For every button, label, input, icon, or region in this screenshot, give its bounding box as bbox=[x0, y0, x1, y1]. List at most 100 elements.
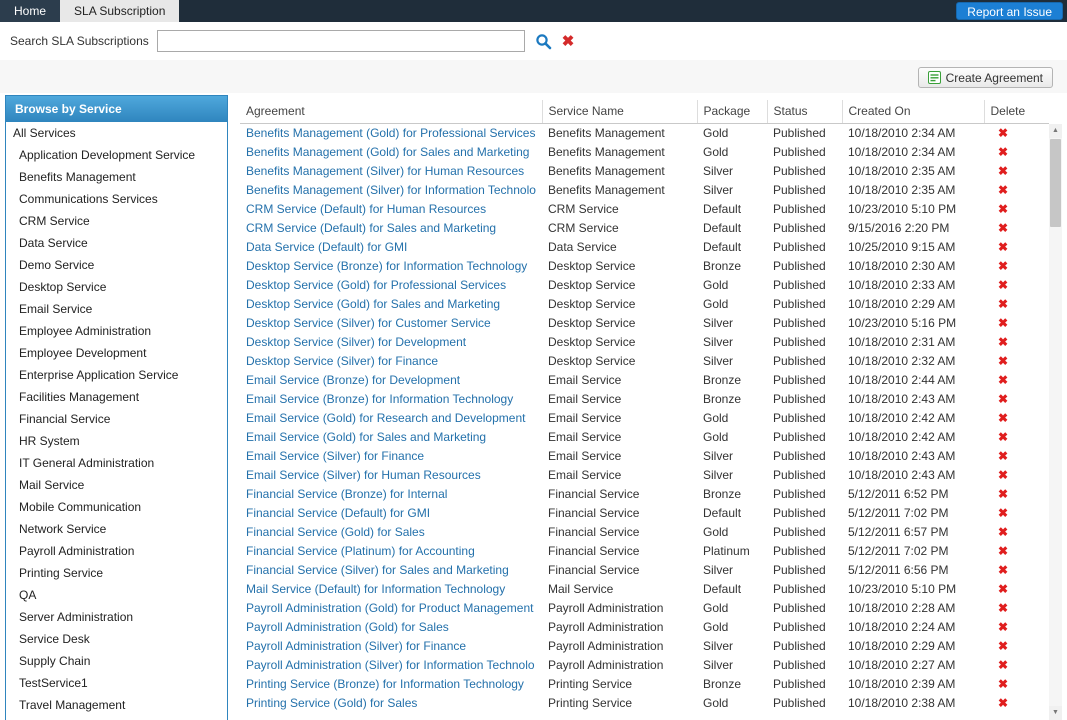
sidebar-service-item[interactable]: Travel Management bbox=[6, 694, 227, 716]
sidebar-service-item[interactable]: Data Service bbox=[6, 232, 227, 254]
sidebar-service-item[interactable]: TestService1 bbox=[6, 672, 227, 694]
delete-icon[interactable]: ✖ bbox=[990, 202, 1008, 216]
delete-icon[interactable]: ✖ bbox=[990, 544, 1008, 558]
scrollbar-down-arrow[interactable]: ▼ bbox=[1049, 706, 1062, 720]
delete-icon[interactable]: ✖ bbox=[990, 639, 1008, 653]
column-header-created-on[interactable]: Created On bbox=[842, 100, 984, 123]
sidebar-service-item[interactable]: Communications Services bbox=[6, 188, 227, 210]
agreement-link[interactable]: Desktop Service (Silver) for Customer Se… bbox=[246, 316, 491, 330]
agreement-link[interactable]: Financial Service (Bronze) for Internal bbox=[246, 487, 447, 501]
agreement-link[interactable]: Email Service (Gold) for Sales and Marke… bbox=[246, 430, 486, 444]
agreement-link[interactable]: Financial Service (Silver) for Sales and… bbox=[246, 563, 509, 577]
sidebar-service-item[interactable]: Server Administration bbox=[6, 606, 227, 628]
delete-icon[interactable]: ✖ bbox=[990, 677, 1008, 691]
agreement-link[interactable]: Email Service (Bronze) for Information T… bbox=[246, 392, 513, 406]
column-header-agreement[interactable]: Agreement bbox=[240, 100, 542, 123]
sidebar-service-item[interactable]: CRM Service bbox=[6, 210, 227, 232]
delete-icon[interactable]: ✖ bbox=[990, 145, 1008, 159]
agreement-link[interactable]: Printing Service (Gold) for Sales bbox=[246, 696, 417, 710]
delete-icon[interactable]: ✖ bbox=[990, 601, 1008, 615]
scrollbar-thumb[interactable] bbox=[1050, 139, 1061, 227]
agreement-link[interactable]: Financial Service (Default) for GMI bbox=[246, 506, 430, 520]
sidebar-service-item[interactable]: QA bbox=[6, 584, 227, 606]
agreement-link[interactable]: Benefits Management (Gold) for Sales and… bbox=[246, 145, 529, 159]
delete-icon[interactable]: ✖ bbox=[990, 411, 1008, 425]
agreement-link[interactable]: Printing Service (Bronze) for Informatio… bbox=[246, 677, 524, 691]
clear-search-icon[interactable]: ✖ bbox=[562, 34, 575, 49]
delete-icon[interactable]: ✖ bbox=[990, 392, 1008, 406]
delete-icon[interactable]: ✖ bbox=[990, 316, 1008, 330]
delete-icon[interactable]: ✖ bbox=[990, 297, 1008, 311]
report-an-issue-button[interactable]: Report an Issue bbox=[956, 2, 1063, 20]
agreement-link[interactable]: Desktop Service (Silver) for Development bbox=[246, 335, 466, 349]
sidebar-service-item[interactable]: Employee Administration bbox=[6, 320, 227, 342]
delete-icon[interactable]: ✖ bbox=[990, 658, 1008, 672]
delete-icon[interactable]: ✖ bbox=[990, 506, 1008, 520]
delete-icon[interactable]: ✖ bbox=[990, 240, 1008, 254]
search-input[interactable] bbox=[157, 30, 525, 52]
sidebar-service-item[interactable]: Enterprise Application Service bbox=[6, 364, 227, 386]
tab-sla-subscription[interactable]: SLA Subscription bbox=[60, 0, 179, 22]
sidebar-service-item[interactable]: IT General Administration bbox=[6, 452, 227, 474]
agreement-link[interactable]: Email Service (Silver) for Finance bbox=[246, 449, 424, 463]
sidebar-service-item[interactable]: Application Development Service bbox=[6, 144, 227, 166]
tab-home[interactable]: Home bbox=[0, 0, 60, 22]
delete-icon[interactable]: ✖ bbox=[990, 620, 1008, 634]
agreement-link[interactable]: Benefits Management (Gold) for Professio… bbox=[246, 126, 535, 140]
delete-icon[interactable]: ✖ bbox=[990, 525, 1008, 539]
agreement-link[interactable]: Email Service (Bronze) for Development bbox=[246, 373, 460, 387]
delete-icon[interactable]: ✖ bbox=[990, 354, 1008, 368]
sidebar-service-item[interactable]: Mobile Communication bbox=[6, 496, 227, 518]
delete-icon[interactable]: ✖ bbox=[990, 696, 1008, 710]
agreement-link[interactable]: Financial Service (Platinum) for Account… bbox=[246, 544, 475, 558]
delete-icon[interactable]: ✖ bbox=[990, 468, 1008, 482]
sidebar-service-item[interactable]: Facilities Management bbox=[6, 386, 227, 408]
delete-icon[interactable]: ✖ bbox=[990, 563, 1008, 577]
agreement-link[interactable]: Payroll Administration (Silver) for Info… bbox=[246, 658, 535, 672]
sidebar-service-item[interactable]: Employee Development bbox=[6, 342, 227, 364]
agreement-link[interactable]: Benefits Management (Silver) for Informa… bbox=[246, 183, 536, 197]
delete-icon[interactable]: ✖ bbox=[990, 373, 1008, 387]
sidebar-service-item[interactable]: Supply Chain bbox=[6, 650, 227, 672]
delete-icon[interactable]: ✖ bbox=[990, 183, 1008, 197]
delete-icon[interactable]: ✖ bbox=[990, 221, 1008, 235]
sidebar-service-item[interactable]: Financial Service bbox=[6, 408, 227, 430]
sidebar-service-item[interactable]: Network Service bbox=[6, 518, 227, 540]
create-agreement-button[interactable]: Create Agreement bbox=[918, 67, 1053, 88]
delete-icon[interactable]: ✖ bbox=[990, 449, 1008, 463]
delete-icon[interactable]: ✖ bbox=[990, 259, 1008, 273]
agreement-link[interactable]: Payroll Administration (Silver) for Fina… bbox=[246, 639, 466, 653]
agreement-link[interactable]: Benefits Management (Silver) for Human R… bbox=[246, 164, 524, 178]
sidebar-service-item[interactable]: Mail Service bbox=[6, 474, 227, 496]
delete-icon[interactable]: ✖ bbox=[990, 126, 1008, 140]
sidebar-service-item[interactable]: Payroll Administration bbox=[6, 540, 227, 562]
sidebar-service-item[interactable]: Service Desk bbox=[6, 628, 227, 650]
sidebar-service-item[interactable]: Desktop Service bbox=[6, 276, 227, 298]
agreement-link[interactable]: Payroll Administration (Gold) for Sales bbox=[246, 620, 449, 634]
column-header-package[interactable]: Package bbox=[697, 100, 767, 123]
sidebar-service-item[interactable]: Demo Service bbox=[6, 254, 227, 276]
sidebar-service-item[interactable]: HR System bbox=[6, 430, 227, 452]
agreement-link[interactable]: CRM Service (Default) for Sales and Mark… bbox=[246, 221, 496, 235]
sidebar-service-item[interactable]: All Services bbox=[6, 122, 227, 144]
agreement-link[interactable]: Email Service (Gold) for Research and De… bbox=[246, 411, 525, 425]
scrollbar-up-arrow[interactable]: ▲ bbox=[1049, 124, 1062, 138]
delete-icon[interactable]: ✖ bbox=[990, 430, 1008, 444]
search-icon[interactable] bbox=[535, 33, 552, 50]
agreement-link[interactable]: Financial Service (Gold) for Sales bbox=[246, 525, 425, 539]
agreement-link[interactable]: Desktop Service (Silver) for Finance bbox=[246, 354, 438, 368]
vertical-scrollbar[interactable]: ▲ ▼ bbox=[1049, 124, 1062, 720]
agreement-link[interactable]: Desktop Service (Gold) for Sales and Mar… bbox=[246, 297, 500, 311]
agreement-link[interactable]: Email Service (Silver) for Human Resourc… bbox=[246, 468, 481, 482]
delete-icon[interactable]: ✖ bbox=[990, 278, 1008, 292]
column-header-delete[interactable]: Delete bbox=[984, 100, 1049, 123]
agreement-link[interactable]: Mail Service (Default) for Information T… bbox=[246, 582, 505, 596]
delete-icon[interactable]: ✖ bbox=[990, 164, 1008, 178]
agreement-link[interactable]: Payroll Administration (Gold) for Produc… bbox=[246, 601, 533, 615]
delete-icon[interactable]: ✖ bbox=[990, 487, 1008, 501]
agreement-link[interactable]: Desktop Service (Bronze) for Information… bbox=[246, 259, 527, 273]
sidebar-service-item[interactable]: Printing Service bbox=[6, 562, 227, 584]
agreement-link[interactable]: Desktop Service (Gold) for Professional … bbox=[246, 278, 506, 292]
sidebar-service-item[interactable]: Benefits Management bbox=[6, 166, 227, 188]
sidebar-service-item[interactable]: Email Service bbox=[6, 298, 227, 320]
